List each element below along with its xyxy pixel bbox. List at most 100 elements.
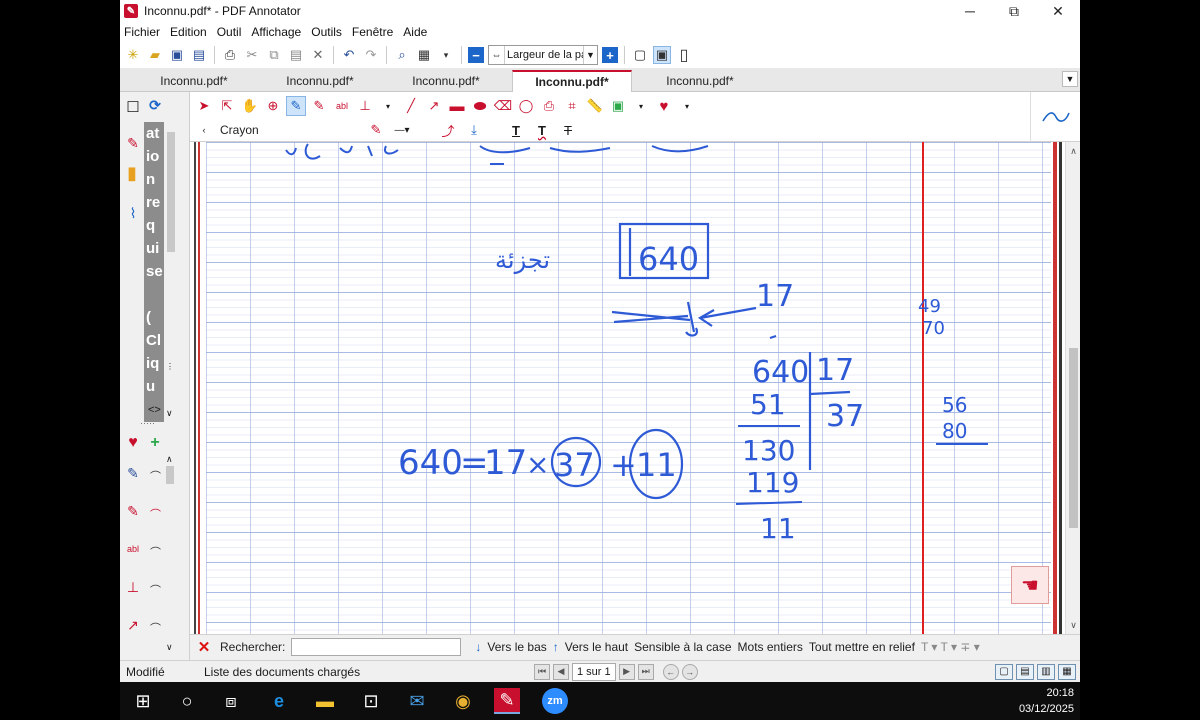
toolbar-dropdown-icon[interactable]: ▾ [437,46,455,64]
expand-collapse-icon[interactable]: <> [148,404,161,416]
folder-icon[interactable]: ▮ [123,163,141,183]
lasso-tool-icon[interactable]: ◯ [516,96,536,116]
first-page-icon[interactable]: ⏮ [534,663,550,680]
mail-icon[interactable]: ✉ [404,688,430,714]
find-icon[interactable]: ⌕ [393,46,411,64]
text-bold-icon[interactable]: T [506,120,526,140]
page-indicator[interactable]: 1 sur 1 [572,662,616,681]
redo-icon[interactable]: ↷ [362,46,380,64]
collapse-chevron-icon[interactable]: ‹ [194,120,214,140]
add-favorite-icon[interactable]: + [144,432,166,454]
select-arrow-icon[interactable]: ➤ [194,96,214,116]
edge-browser-icon[interactable]: e [266,688,292,714]
chevron-up-icon[interactable]: ⋮ [166,362,174,371]
line-tool-icon[interactable]: ╱ [401,96,421,116]
menu-fenetre[interactable]: Fenêtre [352,25,393,39]
two-page-view-icon[interactable]: ▥ [1037,663,1055,680]
continuous-view-icon[interactable]: ▤ [1016,663,1034,680]
menu-fichier[interactable]: Fichier [124,25,160,39]
undo-icon[interactable]: ↶ [340,46,358,64]
favorite-pen-icon[interactable]: ✎ [122,500,144,522]
pen-color-icon[interactable]: ✎ [366,120,386,140]
tab-document-4-active[interactable]: Inconnu.pdf* [512,70,632,92]
arrow-tool-icon[interactable]: ↗ [424,96,444,116]
zoom-select[interactable]: ⇔ Largeur de la pa ▼ [488,45,598,65]
arrow-down-icon[interactable]: ↓ [475,640,481,654]
tab-document-3[interactable]: Inconnu.pdf* [386,70,506,92]
chevron-up-icon[interactable]: ∧ [166,454,173,465]
stamp-tool-icon[interactable]: ⊥ [355,96,375,116]
pencil-tool-icon[interactable]: ✎ [286,96,306,116]
chevron-down-icon[interactable]: ▾ [378,96,398,116]
crop-tool-icon[interactable]: ⌗ [562,96,582,116]
ellipse-tool-icon[interactable]: ⬬ [470,96,490,116]
zoom-in-button[interactable]: + [602,47,618,63]
store-icon[interactable]: ⊡ [358,688,384,714]
chrome-icon[interactable]: ◉ [450,688,476,714]
system-clock[interactable]: 20:18 03/12/2025 [1019,685,1074,717]
hand-pan-icon[interactable]: ✋ [240,96,260,116]
tab-document-5[interactable]: Inconnu.pdf* [640,70,760,92]
zoom-tool-icon[interactable]: ⊕ [263,96,283,116]
previous-page-icon[interactable]: ◀ [553,663,569,680]
chevron-down-icon[interactable]: ∨ [166,408,173,419]
marker-tool-icon[interactable]: ✎ [309,96,329,116]
favorite-stamp-icon[interactable]: ⊥ [122,576,144,598]
favorite-text-box-icon[interactable]: abl [122,538,144,560]
forward-icon[interactable]: → [681,663,698,680]
whole-words-toggle[interactable]: Mots entiers [738,640,803,654]
text-highlight-icon[interactable]: T ▾ T ▾ ∓ ▾ [921,640,980,654]
paperclip-icon[interactable]: ⌇ [124,204,142,222]
side-panel-scrollbar[interactable]: ⋮ ∨ [165,122,177,422]
menu-edition[interactable]: Edition [170,25,207,39]
two-page-continuous-view-icon[interactable]: ▦ [1058,663,1076,680]
tab-document-1[interactable]: Inconnu.pdf* [134,70,254,92]
ruler-tool-icon[interactable]: 📏 [585,96,605,116]
favorites-scrollbar[interactable]: ∧ ∨ [164,454,176,654]
single-page-icon[interactable]: ▢ [631,46,649,64]
grip-handle-icon[interactable]: ····· [140,418,155,428]
file-explorer-icon[interactable]: ▬ [312,688,338,714]
chevron-down-icon[interactable]: ▾ [631,96,651,116]
minimize-button[interactable]: ─ [948,0,992,22]
text-strikeout-icon[interactable]: T [558,120,578,140]
fit-page-icon[interactable]: ▣ [653,46,671,64]
paste-icon[interactable]: ▤ [287,46,305,64]
copy-icon[interactable]: ⧉ [265,46,283,64]
cut-icon[interactable]: ✂ [243,46,261,64]
match-case-toggle[interactable]: Sensible à la case [634,640,731,654]
tab-document-2[interactable]: Inconnu.pdf* [260,70,380,92]
highlight-all-toggle[interactable]: Tout mettre en relief [809,640,915,654]
maximize-button[interactable]: ⧉ [992,0,1036,22]
text-squiggle-icon[interactable]: T [532,120,552,140]
search-up-button[interactable]: Vers le haut [565,640,628,654]
menu-outil[interactable]: Outil [217,25,242,39]
menu-affichage[interactable]: Affichage [251,25,301,39]
zoom-out-button[interactable]: − [468,47,484,63]
search-input[interactable] [291,637,462,656]
favorite-highlighter-icon[interactable]: ✎ [122,462,144,484]
new-document-icon[interactable]: ✳ [124,46,142,64]
rectangle-tool-icon[interactable]: ▬ [447,96,467,116]
camera-tool-icon[interactable]: ⎙ [539,96,559,116]
eraser-tool-icon[interactable]: ⌫ [493,96,513,116]
tab-list-dropdown[interactable]: ▼ [1062,71,1078,87]
chevron-up-icon[interactable]: ∧ [1066,144,1080,158]
heart-favorites-icon[interactable]: ♥ [122,432,144,454]
back-icon[interactable]: ← [662,663,679,680]
heart-favorites-icon[interactable]: ♥ [654,96,674,116]
page-settings-icon[interactable]: ▦ [415,46,433,64]
next-page-icon[interactable]: ▶ [618,663,635,680]
pressure-icon[interactable]: ⤓ [464,120,484,140]
pen-tool-icon[interactable]: ✎ [124,134,142,152]
pan-hand-button[interactable]: ☚ [1011,566,1049,604]
chevron-down-icon[interactable]: ▾ [677,96,697,116]
close-button[interactable]: ✕ [1036,0,1080,22]
task-view-icon[interactable]: ⧈ [218,688,244,714]
print-icon[interactable]: ⎙ [221,46,239,64]
search-down-button[interactable]: Vers le bas [487,640,546,654]
page-vertical-scrollbar[interactable]: ∧ ∨ [1065,142,1080,634]
pdf-page-canvas[interactable]: تجزئة 640 17 640 17 37 51 130 119 11 640… [190,142,1065,634]
single-page-view-icon[interactable]: ▢ [995,663,1013,680]
zoom-app-icon[interactable]: zm [542,688,568,714]
